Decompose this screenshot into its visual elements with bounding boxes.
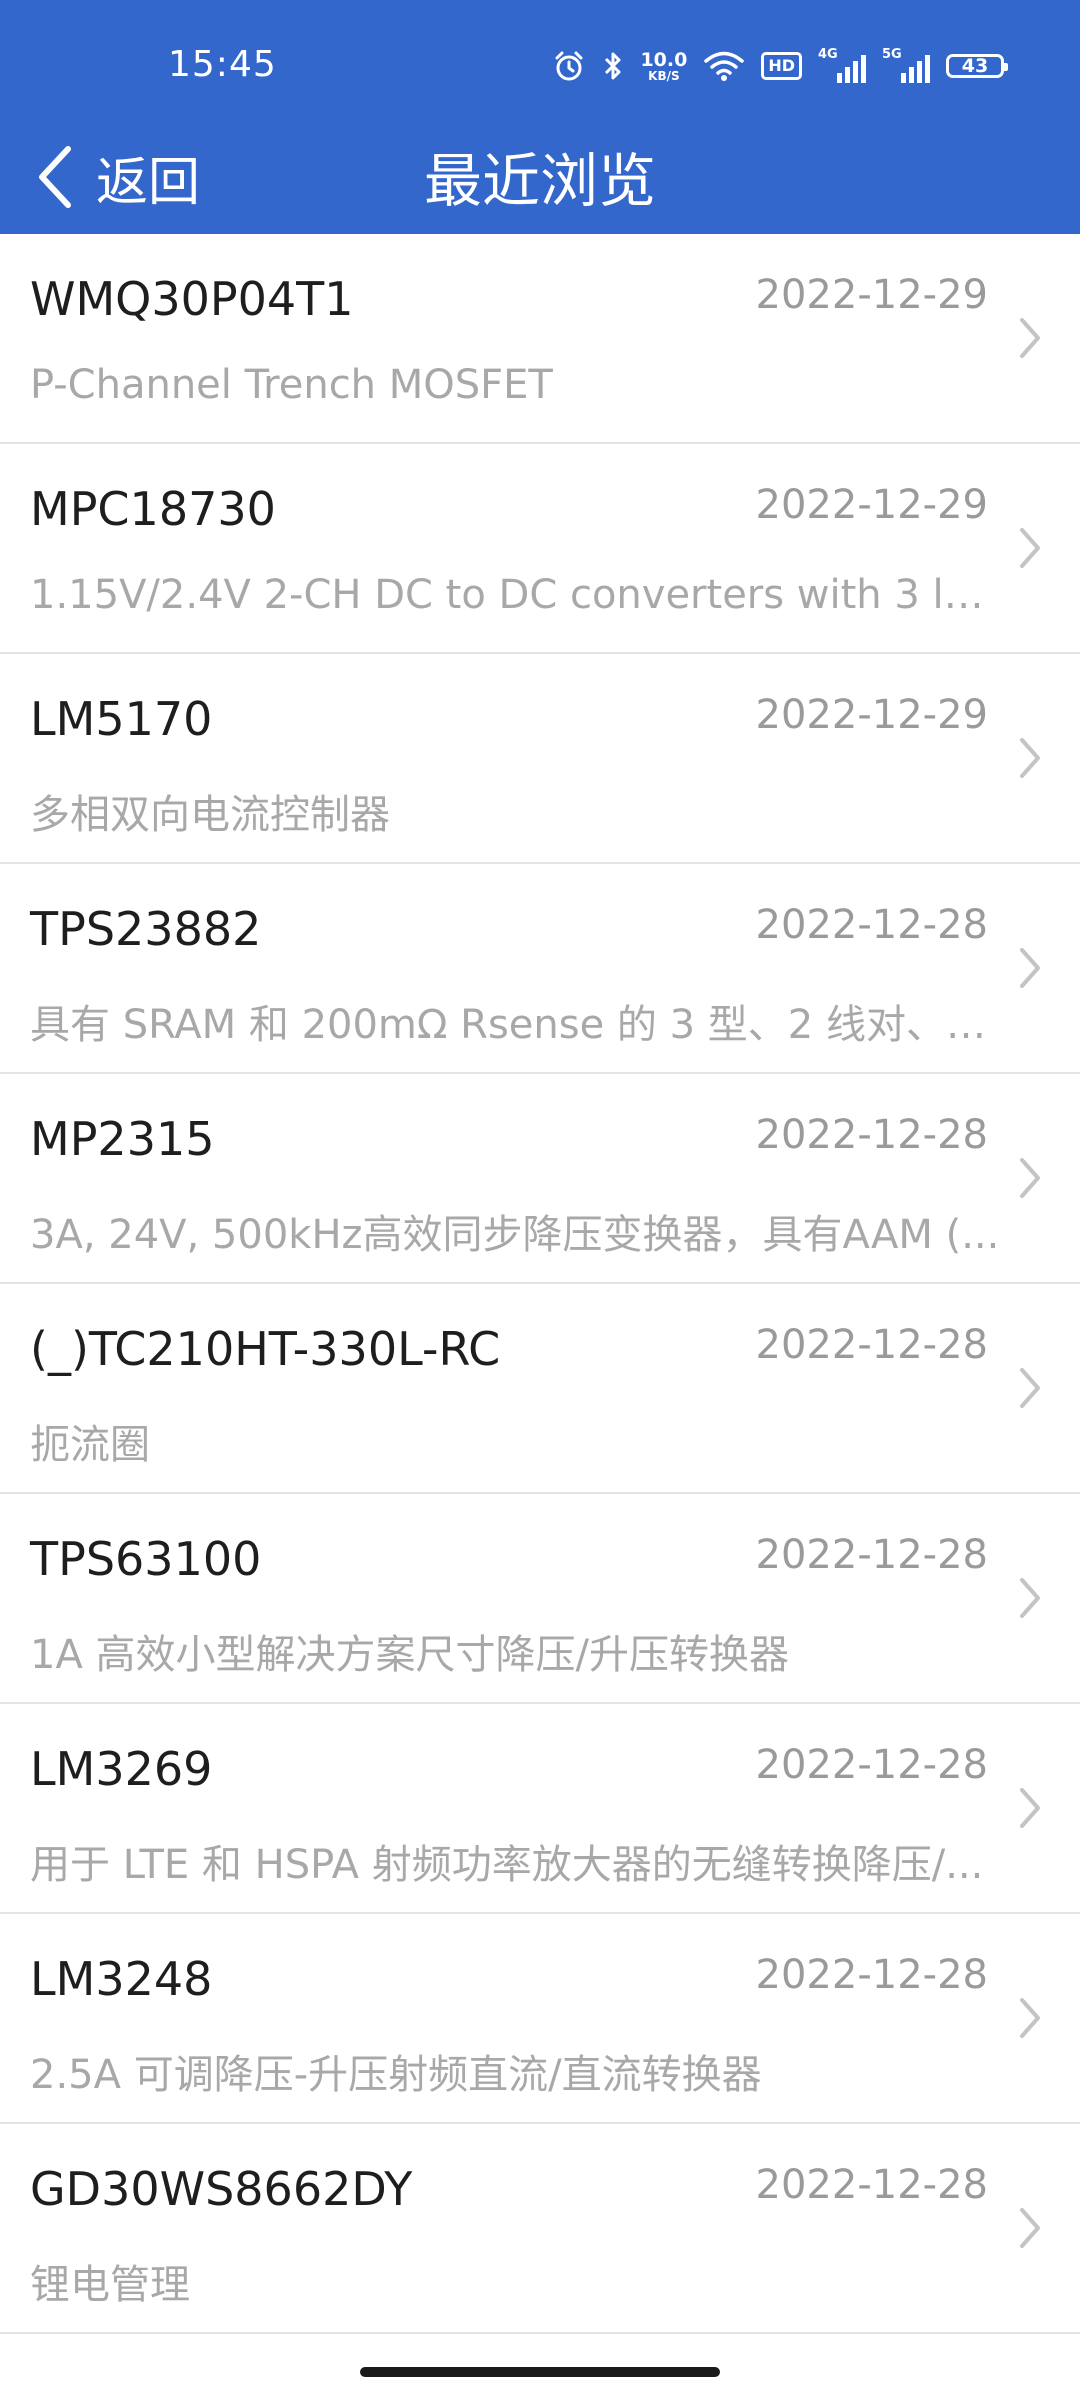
viewed-date: 2022-12-29 (755, 482, 988, 528)
viewed-date: 2022-12-28 (755, 1532, 988, 1578)
viewed-date: 2022-12-28 (755, 1322, 988, 1368)
part-number: GD30WS8662DY (30, 2162, 413, 2216)
part-number: LM3269 (30, 1742, 213, 1796)
list-item[interactable]: MP2315 2022-12-28 3A, 24V, 500kHz高效同步降压变换器… (0, 1074, 1080, 1284)
status-icons: 10.0 KB/S HD 4G 5G 43 (552, 44, 1008, 88)
list-item[interactable]: LM3248 2022-12-28 2.5A 可调降压-升压射频直流/直流转换器 (0, 1914, 1080, 2124)
viewed-date: 2022-12-28 (755, 1952, 988, 1998)
chevron-right-icon (1020, 528, 1040, 568)
signal-5g-label: 5G (882, 47, 902, 62)
list-item[interactable]: LM3269 2022-12-28 用于 LTE 和 HSPA 射频功率放大器的无缝… (0, 1704, 1080, 1914)
list-item[interactable]: TPS23882 2022-12-28 具有 SRAM 和 200mΩ Rsense… (0, 864, 1080, 1074)
bluetooth-icon (602, 49, 624, 83)
chevron-right-icon (1020, 738, 1040, 778)
battery-icon: 43 (946, 54, 1008, 78)
part-description: 2.5A 可调降压-升压射频直流/直流转换器 (30, 2052, 762, 2098)
chevron-right-icon (1020, 1368, 1040, 1408)
chevron-right-icon (1020, 318, 1040, 358)
list-item[interactable]: GD30WS8662DY 2022-12-28 锂电管理 (0, 2124, 1080, 2334)
chevron-right-icon (1020, 1158, 1040, 1198)
signal-4g-label: 4G (818, 47, 838, 62)
chevron-right-icon (1020, 1578, 1040, 1618)
viewed-date: 2022-12-28 (755, 902, 988, 948)
list-item[interactable]: LM5170 2022-12-29 多相双向电流控制器 (0, 654, 1080, 864)
part-number: MP2315 (30, 1112, 215, 1166)
net-speed: 10.0 KB/S (640, 48, 688, 83)
part-number: WMQ30P04T1 (30, 272, 354, 326)
history-list: WMQ30P04T1 2022-12-29 P-Channel Trench MOS… (0, 234, 1080, 2334)
part-description: 用于 LTE 和 HSPA 射频功率放大器的无缝转换降压/... (30, 1842, 984, 1888)
net-speed-value: 10.0 (640, 48, 688, 71)
list-item[interactable]: (_)TC210HT-330L-RC 2022-12-28 扼流圈 (0, 1284, 1080, 1494)
chevron-right-icon (1020, 948, 1040, 988)
back-label: 返回 (96, 152, 201, 213)
part-description: 多相双向电流控制器 (30, 792, 390, 838)
signal-5g-icon: 5G (882, 47, 930, 83)
battery-level: 43 (961, 55, 989, 77)
viewed-date: 2022-12-28 (755, 2162, 988, 2208)
chevron-right-icon (1020, 1788, 1040, 1828)
status-bar: 15:45 10.0 KB/S HD 4G 5G 43 (0, 0, 1080, 120)
hd-icon: HD (761, 52, 802, 80)
viewed-date: 2022-12-28 (755, 1112, 988, 1158)
nav-bar: 返回 最近浏览 (0, 120, 1080, 234)
wifi-icon (703, 50, 745, 82)
back-button[interactable]: 返回 (36, 132, 200, 222)
list-item[interactable]: MPC18730 2022-12-29 1.15V/2.4V 2-CH DC to … (0, 444, 1080, 654)
chevron-right-icon (1020, 2208, 1040, 2248)
alarm-icon (552, 49, 586, 83)
part-number: LM3248 (30, 1952, 213, 2006)
part-description: 具有 SRAM 和 200mΩ Rsense 的 3 型、2 线对、8... (30, 1002, 1005, 1048)
part-number: TPS63100 (30, 1532, 262, 1586)
list-item[interactable]: TPS63100 2022-12-28 1A 高效小型解决方案尺寸降压/升压转换器 (0, 1494, 1080, 1704)
viewed-date: 2022-12-29 (755, 272, 988, 318)
part-description: P-Channel Trench MOSFET (30, 362, 553, 408)
signal-4g-icon: 4G (818, 47, 866, 83)
viewed-date: 2022-12-29 (755, 692, 988, 738)
part-description: 锂电管理 (30, 2262, 190, 2308)
part-description: 1A 高效小型解决方案尺寸降压/升压转换器 (30, 1632, 790, 1678)
chevron-left-icon (39, 146, 71, 208)
viewed-date: 2022-12-28 (755, 1742, 988, 1788)
home-indicator[interactable] (360, 2367, 720, 2377)
list-item[interactable]: WMQ30P04T1 2022-12-29 P-Channel Trench MOS… (0, 234, 1080, 444)
app-header: 15:45 10.0 KB/S HD 4G 5G 43 返回 最近浏览 (0, 0, 1080, 234)
part-number: TPS23882 (30, 902, 262, 956)
part-description: 扼流圈 (30, 1422, 150, 1468)
chevron-right-icon (1020, 1998, 1040, 2038)
net-speed-unit: KB/S (648, 68, 680, 83)
part-number: (_)TC210HT-330L-RC (30, 1322, 501, 1376)
part-number: MPC18730 (30, 482, 276, 536)
part-number: LM5170 (30, 692, 213, 746)
part-description: 1.15V/2.4V 2-CH DC to DC converters with… (30, 572, 1005, 618)
part-description: 3A, 24V, 500kHz高效同步降压变换器，具有AAM (... (30, 1212, 1000, 1258)
status-time: 15:45 (168, 44, 277, 85)
